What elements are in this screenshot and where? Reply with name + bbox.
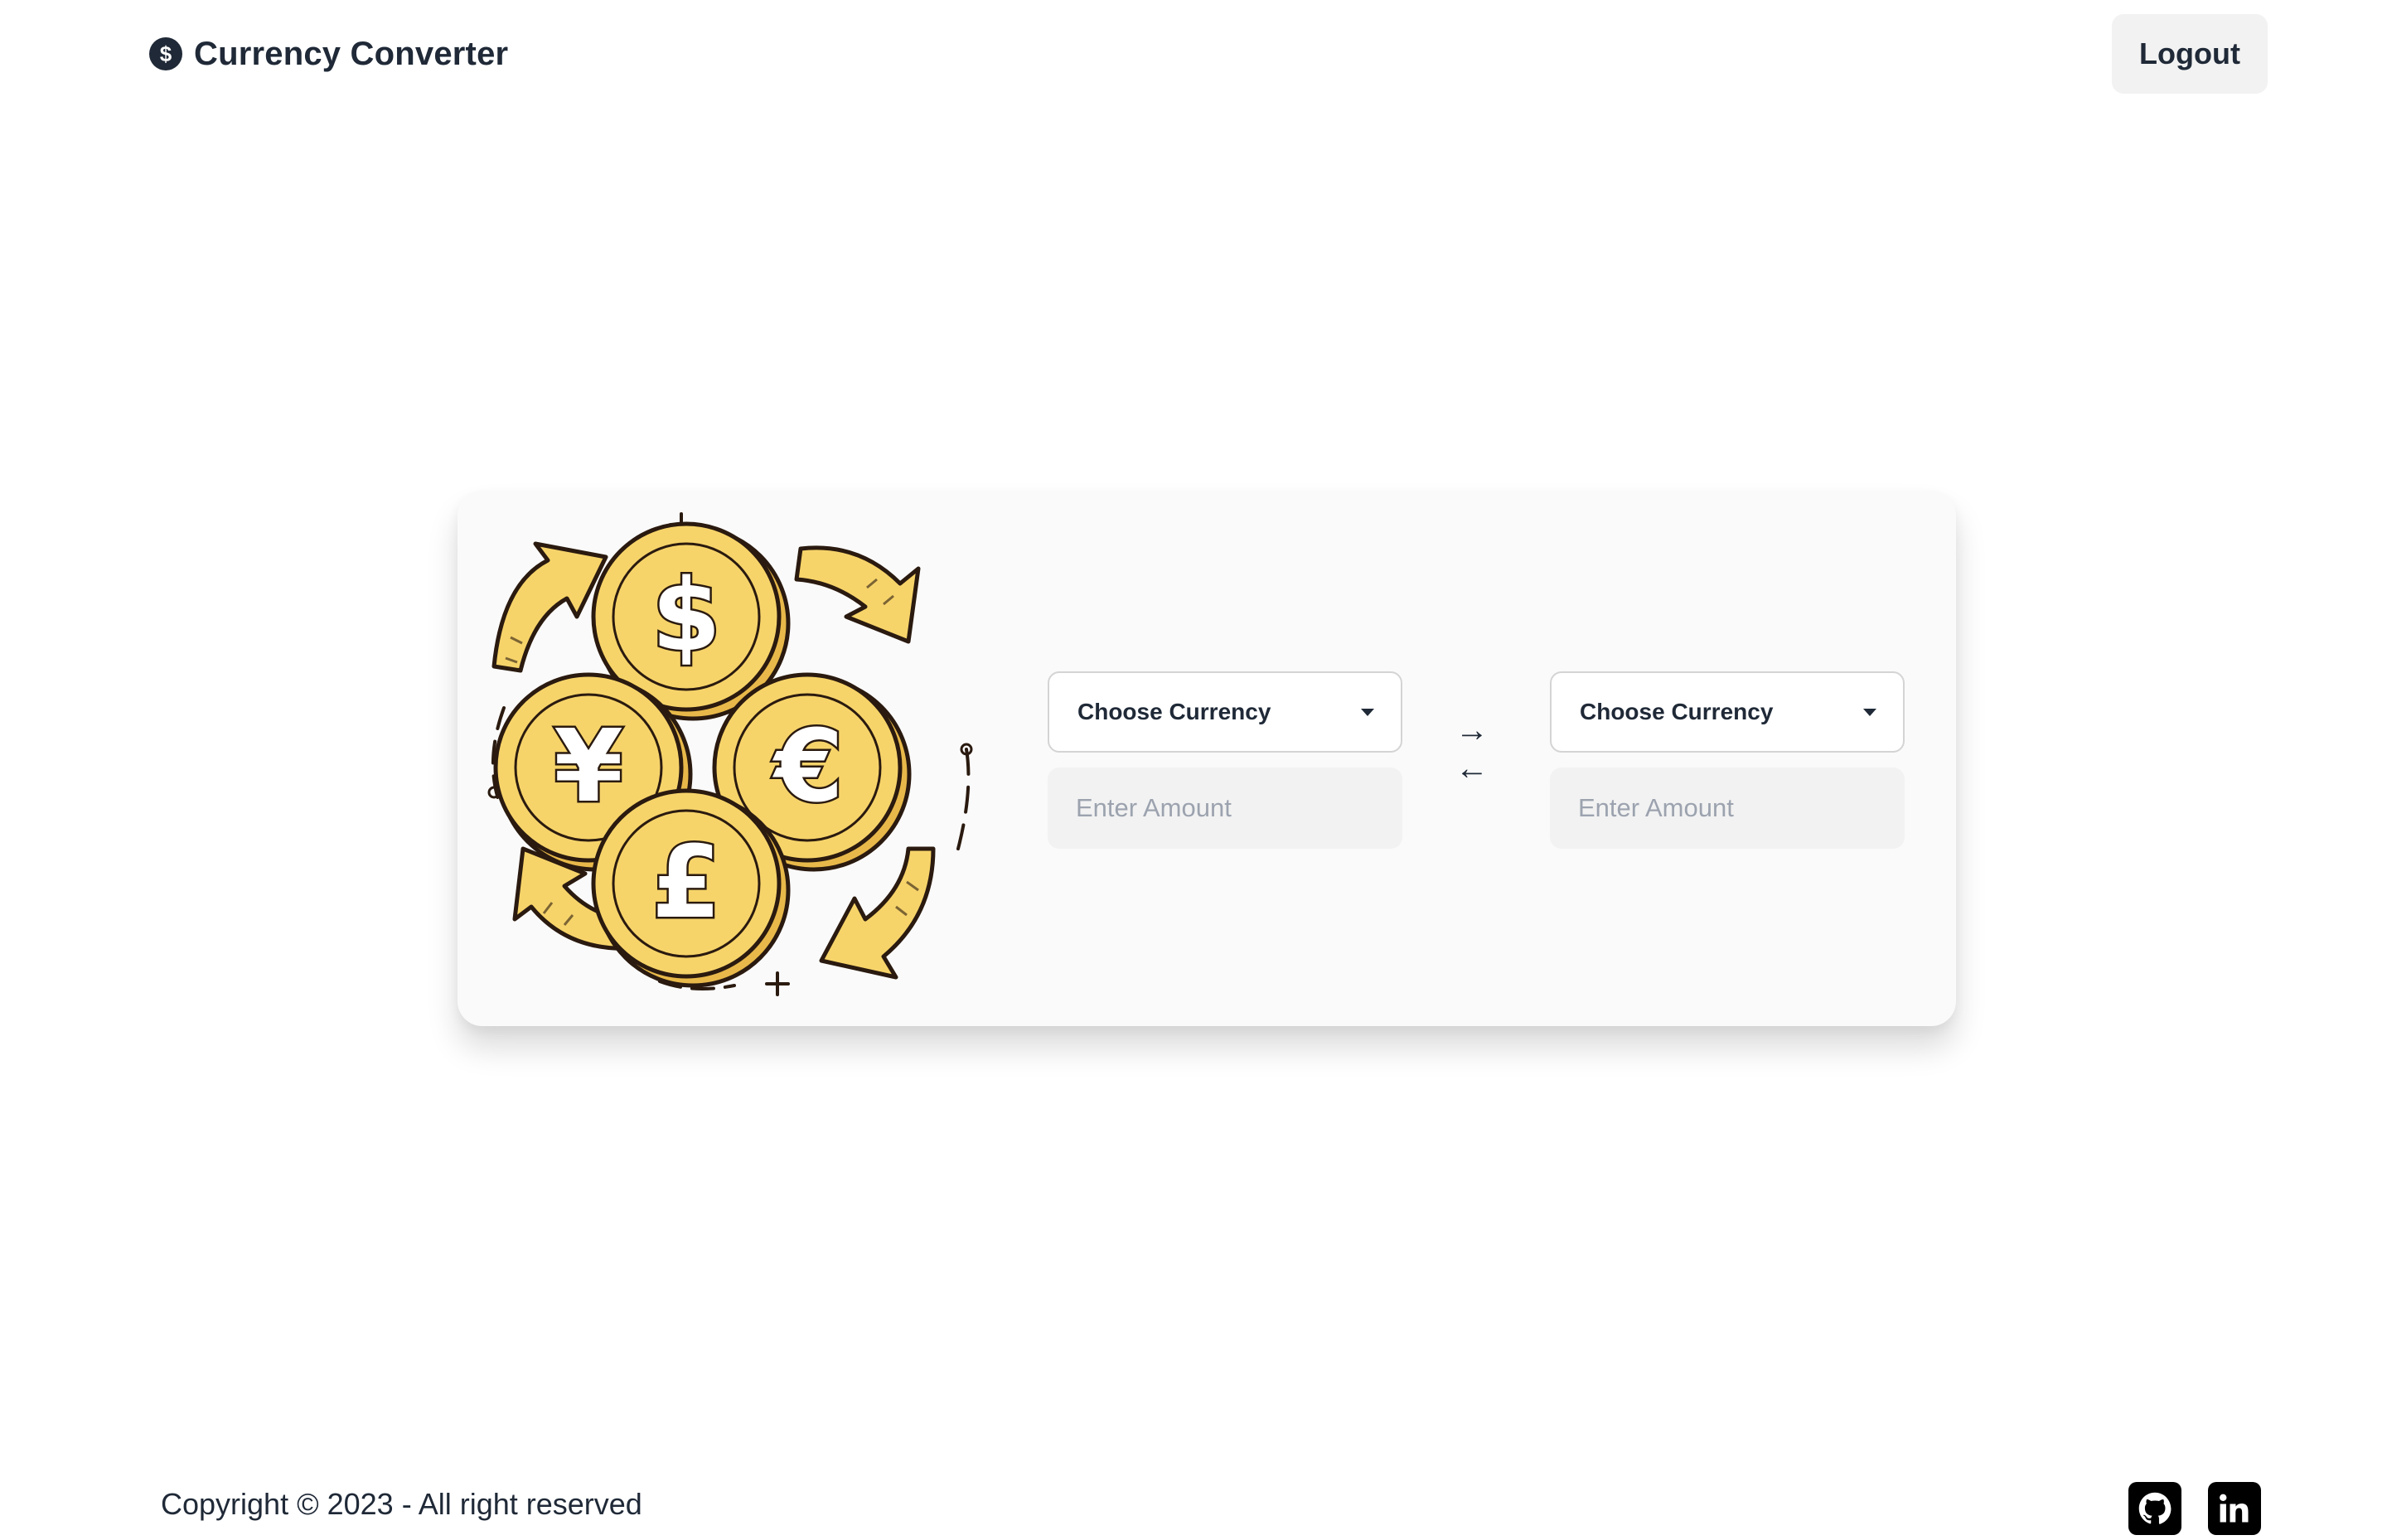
to-currency-select[interactable]: Choose Currency bbox=[1550, 671, 1905, 753]
converter-card: $ ¥ € £ Choose Currency → ← Choose Curre… bbox=[458, 491, 1956, 1026]
caret-down-icon bbox=[1361, 708, 1374, 716]
caret-down-icon bbox=[1863, 708, 1876, 716]
linkedin-logo bbox=[2220, 1494, 2249, 1523]
dollar-coin-icon: $ bbox=[149, 37, 182, 70]
arrow-left-icon: ← bbox=[1455, 750, 1489, 787]
app-title: Currency Converter bbox=[194, 35, 509, 72]
header: $ Currency Converter Logout bbox=[0, 0, 2387, 108]
from-currency-select-label: Choose Currency bbox=[1077, 699, 1271, 724]
svg-text:¥: ¥ bbox=[554, 709, 623, 825]
from-currency-select[interactable]: Choose Currency bbox=[1048, 671, 1402, 753]
from-amount-input[interactable] bbox=[1048, 768, 1402, 849]
svg-text:€: € bbox=[772, 709, 844, 825]
github-logo bbox=[2138, 1492, 2172, 1524]
arrow-right-icon: → bbox=[1455, 712, 1489, 748]
currency-exchange-illustration: $ ¥ € £ bbox=[487, 512, 973, 996]
brand[interactable]: $ Currency Converter bbox=[149, 33, 508, 75]
copyright-text: Copyright © 2023 - All right reserved bbox=[161, 1487, 642, 1521]
linkedin-icon[interactable] bbox=[2208, 1482, 2261, 1535]
logout-button[interactable]: Logout bbox=[2112, 14, 2268, 94]
page: $ Currency Converter Logout $ ¥ € £ Choo… bbox=[0, 0, 2387, 1540]
github-icon[interactable] bbox=[2128, 1482, 2181, 1535]
swap-currencies-button[interactable]: → ← bbox=[1449, 712, 1495, 787]
svg-text:$: $ bbox=[651, 559, 721, 674]
to-currency-column: Choose Currency bbox=[1550, 671, 1905, 849]
to-amount-input[interactable] bbox=[1550, 768, 1905, 849]
svg-text:£: £ bbox=[651, 826, 721, 941]
from-currency-column: Choose Currency bbox=[1048, 671, 1402, 849]
to-currency-select-label: Choose Currency bbox=[1580, 699, 1774, 724]
